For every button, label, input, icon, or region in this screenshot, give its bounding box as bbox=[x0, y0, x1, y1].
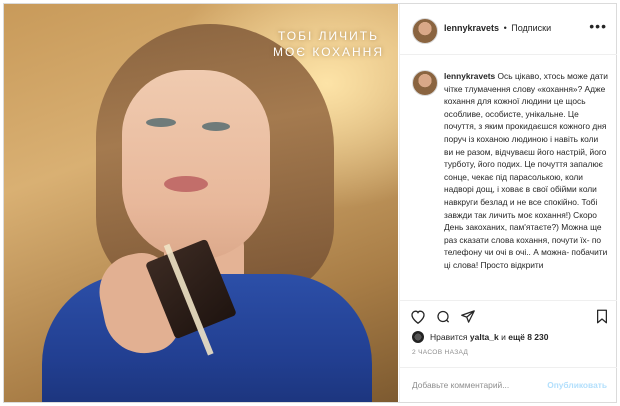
likes-count-link[interactable]: ещё 8 230 bbox=[508, 332, 548, 342]
photo-lips bbox=[164, 176, 208, 192]
photo-eye-right bbox=[202, 122, 230, 131]
share-icon[interactable] bbox=[460, 309, 476, 327]
comment-icon[interactable] bbox=[435, 309, 451, 327]
publish-button[interactable]: Опубликовать bbox=[547, 380, 607, 390]
slogan-line-2: МОЄ КОХАННЯ bbox=[273, 45, 384, 59]
instagram-post: ТОБІ ЛИЧИТЬ МОЄ КОХАННЯ lennykravets • П… bbox=[3, 3, 617, 403]
username-link[interactable]: lennykravets bbox=[444, 23, 499, 33]
separator-dot: • bbox=[503, 23, 507, 33]
caption-username-link[interactable]: lennykravets bbox=[444, 71, 495, 81]
photo-slogan: ТОБІ ЛИЧИТЬ МОЄ КОХАННЯ bbox=[273, 28, 384, 60]
caption-text: lennykravets Ось цікаво, хтось може дати… bbox=[444, 70, 609, 272]
avatar[interactable] bbox=[412, 18, 438, 44]
post-timestamp[interactable]: 2 ЧАСОВ НАЗАД bbox=[412, 349, 468, 356]
comment-input[interactable]: Добавьте комментарий... bbox=[412, 380, 509, 390]
heart-icon[interactable] bbox=[410, 309, 426, 327]
photo-eye-left bbox=[146, 118, 176, 127]
likes-prefix: Нравится bbox=[430, 332, 468, 342]
more-dots-icon[interactable]: ••• bbox=[589, 18, 607, 34]
photo-face bbox=[122, 70, 270, 260]
follow-status-button[interactable]: Подписки bbox=[511, 23, 551, 33]
caption-body: Ось цікаво, хтось може дати чітке тлумач… bbox=[444, 71, 608, 270]
post-header: lennykravets • Подписки ••• bbox=[400, 4, 617, 55]
liker-avatar[interactable] bbox=[412, 331, 424, 343]
comment-bar: Добавьте комментарий... Опубликовать bbox=[400, 367, 617, 403]
post-actions: Нравится yalta_k и ещё 8 230 2 ЧАСОВ НАЗ… bbox=[400, 300, 617, 403]
post-caption: lennykravets Ось цікаво, хтось може дати… bbox=[412, 70, 610, 296]
header-user: lennykravets • Подписки bbox=[444, 23, 551, 33]
post-photo[interactable]: ТОБІ ЛИЧИТЬ МОЄ КОХАННЯ bbox=[4, 4, 398, 402]
post-side-panel: lennykravets • Подписки ••• lennykravets… bbox=[399, 4, 617, 402]
caption-avatar[interactable] bbox=[412, 70, 438, 96]
likes-line: Нравится yalta_k и ещё 8 230 bbox=[412, 331, 549, 343]
slogan-line-1: ТОБІ ЛИЧИТЬ bbox=[278, 29, 380, 43]
liker-username-link[interactable]: yalta_k bbox=[470, 332, 499, 342]
bookmark-icon[interactable] bbox=[595, 309, 609, 327]
likes-conj: и bbox=[501, 332, 506, 342]
